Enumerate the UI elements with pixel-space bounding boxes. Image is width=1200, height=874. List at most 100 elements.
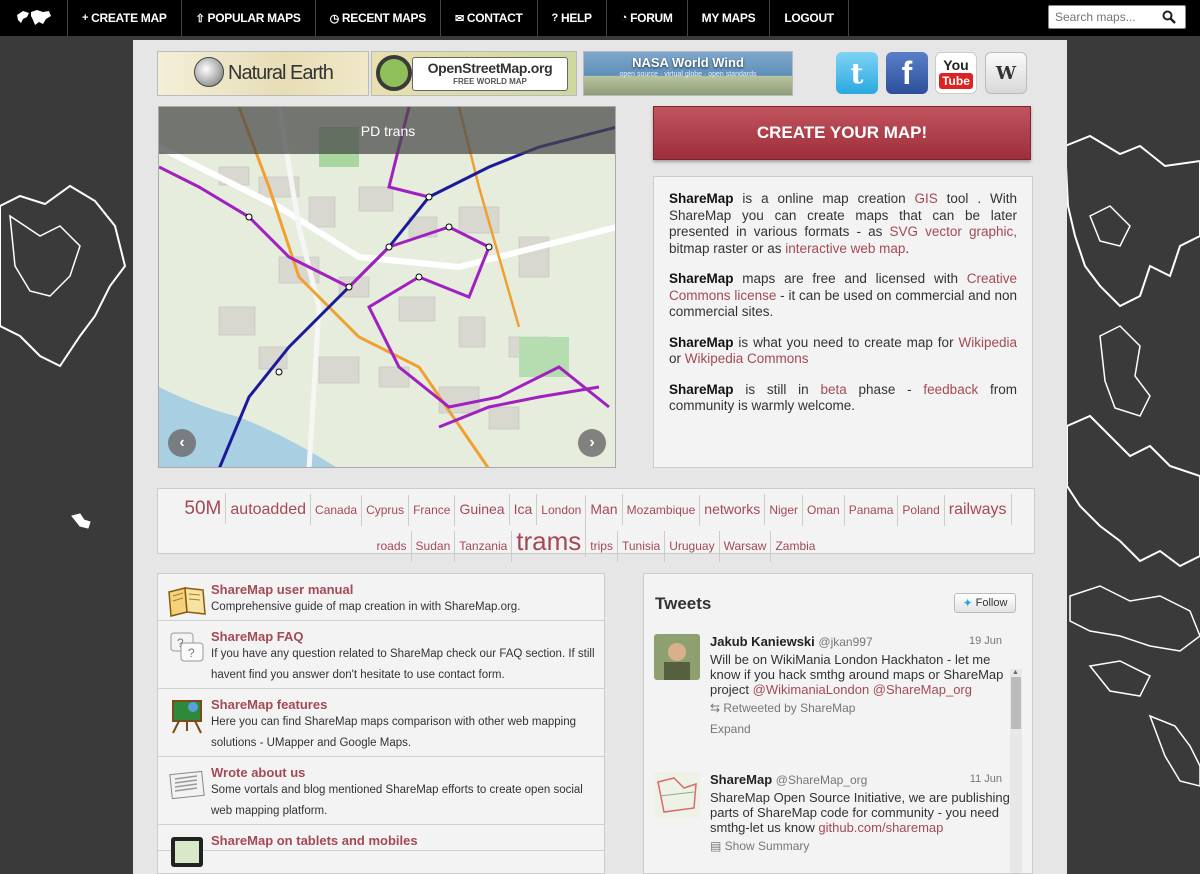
avatar xyxy=(654,634,700,680)
intro-text: or xyxy=(669,351,685,366)
gis-link[interactable]: GIS xyxy=(915,191,938,206)
envelope-icon: ✉ xyxy=(455,12,464,25)
tag-link[interactable]: Oman xyxy=(803,495,845,526)
tag-link[interactable]: Sudan xyxy=(412,531,456,562)
plus-icon: + xyxy=(82,12,88,24)
tag-link[interactable]: trams xyxy=(512,526,586,557)
tweet-handle[interactable]: @ShareMap_org xyxy=(776,773,868,787)
feature-item-faq[interactable]: ?? ShareMap FAQ If you have any question… xyxy=(158,621,604,689)
tag-link[interactable]: Canada xyxy=(311,495,362,526)
map-slideshow[interactable]: PD trans ‹ › xyxy=(158,106,616,468)
scroll-up-icon[interactable]: ▲ xyxy=(1012,669,1019,676)
nav-create-map[interactable]: +CREATE MAP xyxy=(68,0,182,36)
tag-link[interactable]: France xyxy=(409,495,455,526)
beta-link[interactable]: beta xyxy=(820,382,846,397)
twitter-bird-icon: ✦ xyxy=(963,596,973,610)
site-logo[interactable] xyxy=(0,0,68,36)
tweet-link[interactable]: github.com/sharemap xyxy=(818,820,943,835)
intro-paragraph: ShareMap is a online map creation GIS to… xyxy=(669,191,1017,257)
interactive-web-map-link[interactable]: interactive web map xyxy=(785,241,905,256)
feature-description: Some vortals and blog mentioned ShareMap… xyxy=(211,780,604,824)
wikipedia-commons-link[interactable]: Wikipedia Commons xyxy=(685,351,809,366)
tag-link[interactable]: Tunisia xyxy=(618,531,665,562)
world-logo-icon xyxy=(15,7,53,29)
tag-link[interactable]: Zambia xyxy=(771,531,819,562)
faq-icon: ?? xyxy=(167,629,207,667)
feature-item-tablets[interactable]: ShareMap on tablets and mobiles xyxy=(158,825,604,851)
tag-cloud: 50MautoaddedCanadaCyprusFranceGuineaIcaL… xyxy=(157,488,1035,554)
intro-text: is what you need to create map for xyxy=(734,335,959,350)
tweet-mention-link[interactable]: @WikimaniaLondon @ShareMap_org xyxy=(753,682,972,697)
book-icon xyxy=(167,582,207,620)
tweet-date[interactable]: 19 Jun xyxy=(969,634,1002,649)
tweet-handle[interactable]: @jkan997 xyxy=(818,635,872,649)
nav-contact[interactable]: ✉CONTACT xyxy=(441,0,538,36)
nav-my-maps[interactable]: MY MAPS xyxy=(688,0,771,36)
create-your-map-button[interactable]: CREATE YOUR MAP! xyxy=(653,106,1031,160)
nav-popular-maps[interactable]: ⇧POPULAR MAPS xyxy=(182,0,316,36)
tag-link[interactable]: trips xyxy=(586,531,618,562)
tag-link[interactable]: Tanzania xyxy=(455,531,512,562)
newspaper-icon xyxy=(167,765,207,803)
slideshow-prev-button[interactable]: ‹ xyxy=(168,429,196,457)
tag-link[interactable]: Ica xyxy=(510,494,538,525)
follow-label: Follow xyxy=(976,597,1008,609)
tag-link[interactable]: autoadded xyxy=(226,494,311,525)
feedback-link[interactable]: feedback xyxy=(923,382,978,397)
natural-earth-label: Natural Earth xyxy=(228,62,333,85)
magnifier-icon xyxy=(376,55,412,91)
tag-link[interactable]: Man xyxy=(586,494,622,525)
tag-link[interactable]: networks xyxy=(700,494,765,525)
tag-link[interactable]: Guinea xyxy=(455,494,509,525)
tweet-expand-link[interactable]: Expand xyxy=(710,722,1014,737)
tweet-item[interactable]: ShareMap @ShareMap_org ShareMap Open Sou… xyxy=(654,772,1014,854)
slideshow-next-button[interactable]: › xyxy=(578,429,606,457)
nav-recent-maps[interactable]: ◷RECENT MAPS xyxy=(316,0,441,36)
natural-earth-banner[interactable]: Natural Earth xyxy=(157,51,369,96)
nav-label: CONTACT xyxy=(467,11,523,25)
nav-logout[interactable]: LOGOUT xyxy=(770,0,849,36)
tweet-author[interactable]: ShareMap xyxy=(710,772,772,787)
tag-link[interactable]: Warsaw xyxy=(720,531,772,562)
tag-link[interactable]: Niger xyxy=(765,495,803,526)
nasa-world-wind-banner[interactable]: NASA World Wind open source · virtual gl… xyxy=(583,51,793,96)
youtube-icon[interactable]: You Tube xyxy=(935,52,977,94)
facebook-icon[interactable]: f xyxy=(886,52,928,94)
scrollbar-thumb[interactable] xyxy=(1011,677,1021,729)
tweet-item[interactable]: Jakub Kaniewski @jkan997 Will be on Wiki… xyxy=(654,634,1014,737)
show-summary-link[interactable]: Show Summary xyxy=(725,839,810,853)
tag-link[interactable]: London xyxy=(537,495,586,526)
nav-label: MY MAPS xyxy=(702,11,756,25)
tweet-date[interactable]: 11 Jun xyxy=(970,772,1002,787)
wikipedia-link[interactable]: Wikipedia xyxy=(958,335,1017,350)
tweet-author[interactable]: Jakub Kaniewski xyxy=(710,634,815,649)
nav-label: POPULAR MAPS xyxy=(208,11,301,25)
feature-item-features[interactable]: ShareMap features Here you can find Shar… xyxy=(158,689,604,757)
svg-link[interactable]: SVG vector graphic, xyxy=(889,224,1017,239)
feature-item-user-manual[interactable]: ShareMap user manual Comprehensive guide… xyxy=(158,574,604,621)
nav-forum[interactable]: ◔FORUM xyxy=(607,0,688,36)
tag-link[interactable]: Mozambique xyxy=(623,495,701,526)
tag-link[interactable]: 50M xyxy=(180,493,226,524)
tag-link[interactable]: Cyprus xyxy=(362,495,409,526)
twitter-icon[interactable]: t xyxy=(836,52,878,94)
tag-link[interactable]: railways xyxy=(945,494,1012,525)
search-input[interactable] xyxy=(1049,7,1159,27)
feature-item-wrote-about-us[interactable]: Wrote about us Some vortals and blog men… xyxy=(158,757,604,825)
follow-button[interactable]: ✦Follow xyxy=(954,593,1016,613)
tablet-icon xyxy=(167,833,207,871)
openstreetmap-banner[interactable]: OpenStreetMap.org FREE WORLD MAP xyxy=(371,51,577,96)
nav-label: LOGOUT xyxy=(784,11,834,25)
tag-link[interactable]: Uruguay xyxy=(665,531,719,562)
intro-paragraph: ShareMap maps are free and licensed with… xyxy=(669,271,1017,321)
tag-link[interactable]: Poland xyxy=(898,495,944,526)
tweets-widget: Tweets ✦Follow Jakub Kaniewski @jkan997 … xyxy=(643,573,1033,874)
search-box xyxy=(1048,5,1186,29)
tag-link[interactable]: roads xyxy=(373,531,412,562)
tweets-scrollbar[interactable]: ▲ xyxy=(1010,669,1022,874)
feature-description: If you have any question related to Shar… xyxy=(211,644,604,688)
tag-link[interactable]: Panama xyxy=(845,495,899,526)
nav-help[interactable]: ?HELP xyxy=(538,0,607,36)
search-icon[interactable] xyxy=(1159,7,1179,27)
wikipedia-icon[interactable]: W xyxy=(985,52,1027,94)
